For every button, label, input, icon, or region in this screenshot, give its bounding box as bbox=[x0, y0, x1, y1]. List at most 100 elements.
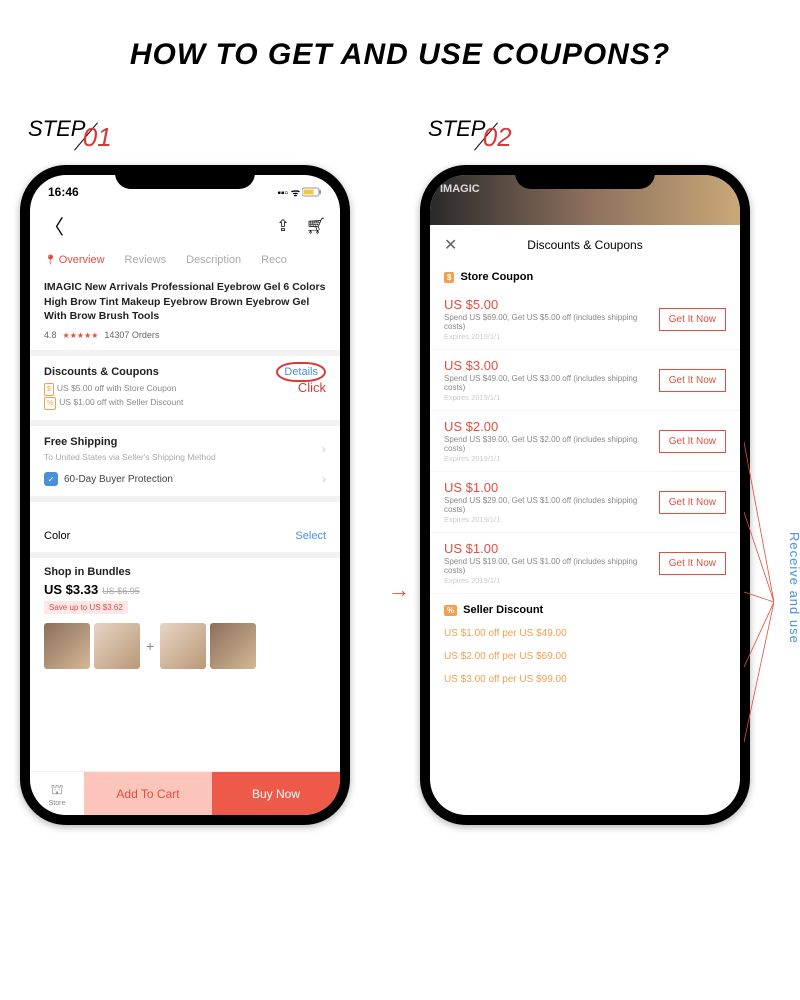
step-number: 01 bbox=[83, 122, 112, 152]
step-1-label: STEP 01 bbox=[28, 112, 120, 143]
get-it-now-button[interactable]: Get It Now bbox=[659, 369, 726, 392]
phone-frame-2: IMAGIC ✕ Discounts & Coupons $ Store Cou… bbox=[420, 165, 750, 825]
details-button[interactable]: Details bbox=[276, 362, 326, 382]
buyer-protection[interactable]: ✓ 60-Day Buyer Protection › bbox=[44, 472, 326, 486]
page-title: HOW TO GET AND USE COUPONS? bbox=[0, 0, 800, 72]
coupon-expiry: Expires 2019/1/1 bbox=[444, 515, 659, 524]
top-bar: 〈 ⇪ 🛒︎ bbox=[30, 203, 340, 248]
coupon-desc: Spend US $29.00, Get US $1.00 off (inclu… bbox=[444, 496, 659, 514]
step-2-column: STEP 02 IMAGIC ✕ Discounts & Coupons $ S… bbox=[420, 112, 780, 825]
free-shipping-sub: To United States via Seller's Shipping M… bbox=[44, 452, 216, 462]
discount-lines: $US $5.00 off with Store Coupon %US $1.0… bbox=[44, 382, 183, 410]
bundle-title: Shop in Bundles bbox=[44, 566, 326, 578]
step-number: 02 bbox=[483, 122, 512, 152]
get-it-now-button[interactable]: Get It Now bbox=[659, 308, 726, 331]
modal-header: ✕ Discounts & Coupons bbox=[430, 225, 740, 265]
seller-discount-line: US $3.00 off per US $99.00 bbox=[430, 668, 740, 691]
status-icons: ▪▪▫ ᯤ bbox=[277, 185, 322, 199]
battery-icon bbox=[302, 187, 322, 197]
annotation-lines bbox=[744, 412, 774, 792]
divider bbox=[30, 350, 340, 356]
phone-screen-2: IMAGIC ✕ Discounts & Coupons $ Store Cou… bbox=[430, 175, 740, 815]
step-1-column: STEP 01 16:46 ▪▪▫ ᯤ 〈 ⇪ 🛒︎ bbox=[20, 112, 380, 825]
phone-notch bbox=[115, 165, 255, 189]
bundle-section: Shop in Bundles US $3.33US $6.95 Save up… bbox=[30, 558, 340, 677]
color-label: Color bbox=[44, 530, 70, 542]
back-button[interactable]: 〈 bbox=[44, 211, 64, 240]
chevron-right-icon: › bbox=[322, 472, 326, 486]
coupon-expiry: Expires 2019/1/1 bbox=[444, 576, 659, 585]
color-selector[interactable]: Color Select bbox=[30, 520, 340, 552]
share-icon[interactable]: ⇪ bbox=[276, 216, 289, 236]
coupon-row: US $3.00 Spend US $49.00, Get US $3.00 o… bbox=[430, 350, 740, 411]
store-button[interactable]: ⛫ Store bbox=[30, 772, 84, 815]
divider bbox=[30, 420, 340, 426]
coupon-desc: Spend US $69.00, Get US $5.00 off (inclu… bbox=[444, 313, 659, 331]
coupon-desc: Spend US $49.00, Get US $3.00 off (inclu… bbox=[444, 374, 659, 392]
bundle-product-image[interactable] bbox=[94, 623, 140, 669]
free-shipping-title: Free Shipping bbox=[44, 436, 216, 448]
tab-recommendations[interactable]: Reco bbox=[261, 254, 287, 266]
product-title: IMAGIC New Arrivals Professional Eyebrow… bbox=[44, 280, 326, 324]
coupon-row: US $1.00 Spend US $29.00, Get US $1.00 o… bbox=[430, 472, 740, 533]
buyer-protection-label: 60-Day Buyer Protection bbox=[64, 474, 173, 485]
discount-line-2: US $1.00 off with Seller Discount bbox=[59, 397, 183, 407]
modal-title: Discounts & Coupons bbox=[527, 238, 642, 252]
get-it-now-button[interactable]: Get It Now bbox=[659, 491, 726, 514]
close-icon[interactable]: ✕ bbox=[444, 235, 457, 255]
seller-discount-line: US $1.00 off per US $49.00 bbox=[430, 622, 740, 645]
coupon-expiry: Expires 2019/1/1 bbox=[444, 393, 659, 402]
chevron-right-icon[interactable]: › bbox=[322, 442, 326, 456]
bundle-product-image[interactable] bbox=[210, 623, 256, 669]
coupon-amount: US $3.00 bbox=[444, 358, 659, 373]
coupon-desc: Spend US $19.00, Get US $1.00 off (inclu… bbox=[444, 557, 659, 575]
get-it-now-button[interactable]: Get It Now bbox=[659, 552, 726, 575]
phone-screen-1: 16:46 ▪▪▫ ᯤ 〈 ⇪ 🛒︎ 📍︎Overview Reviews bbox=[30, 175, 340, 815]
phone-frame-1: 16:46 ▪▪▫ ᯤ 〈 ⇪ 🛒︎ 📍︎Overview Reviews bbox=[20, 165, 350, 825]
click-annotation: Click bbox=[276, 380, 326, 395]
plus-icon: + bbox=[146, 638, 154, 654]
add-to-cart-button[interactable]: Add To Cart bbox=[84, 772, 212, 815]
order-count: 14307 Orders bbox=[104, 330, 159, 340]
arrow-icon: → bbox=[388, 577, 410, 603]
bundle-old-price: US $6.95 bbox=[102, 586, 140, 596]
rating-value: 4.8 bbox=[44, 330, 57, 340]
step-2-label: STEP 02 bbox=[428, 112, 520, 143]
status-time: 16:46 bbox=[48, 185, 79, 199]
color-select-link: Select bbox=[295, 530, 326, 542]
coupon-amount: US $2.00 bbox=[444, 419, 659, 434]
coupon-expiry: Expires 2019/1/1 bbox=[444, 332, 659, 341]
cart-icon[interactable]: 🛒︎ bbox=[306, 216, 326, 236]
coupon-badge-icon: $ bbox=[444, 272, 454, 283]
store-coupon-header: $ Store Coupon bbox=[430, 265, 740, 289]
bundle-product-image[interactable] bbox=[160, 623, 206, 669]
get-it-now-button[interactable]: Get It Now bbox=[659, 430, 726, 453]
shield-icon: ✓ bbox=[44, 472, 58, 486]
save-tag: Save up to US $3.62 bbox=[44, 601, 128, 614]
product-rating: 4.8 ★★★★★ 14307 Orders bbox=[44, 330, 326, 340]
step-text: STEP bbox=[28, 116, 85, 141]
store-icon: ⛫ bbox=[51, 781, 64, 800]
coupon-row: US $1.00 Spend US $19.00, Get US $1.00 o… bbox=[430, 533, 740, 594]
tab-description[interactable]: Description bbox=[186, 254, 241, 266]
tab-overview[interactable]: 📍︎Overview bbox=[44, 254, 105, 266]
divider bbox=[30, 496, 340, 502]
percent-badge-icon: % bbox=[444, 605, 457, 616]
coupon-amount: US $1.00 bbox=[444, 480, 659, 495]
coupon-badge-icon: $ bbox=[44, 383, 54, 396]
coupon-desc: Spend US $39.00, Get US $2.00 off (inclu… bbox=[444, 435, 659, 453]
coupon-amount: US $5.00 bbox=[444, 297, 659, 312]
coupon-amount: US $1.00 bbox=[444, 541, 659, 556]
bundle-images: + bbox=[44, 623, 326, 669]
phone-notch bbox=[515, 165, 655, 189]
buy-now-button[interactable]: Buy Now bbox=[212, 772, 340, 815]
bundle-product-image[interactable] bbox=[44, 623, 90, 669]
bottom-bar: ⛫ Store Add To Cart Buy Now bbox=[30, 771, 340, 815]
tab-reviews[interactable]: Reviews bbox=[125, 254, 167, 266]
coupon-row: US $2.00 Spend US $39.00, Get US $2.00 o… bbox=[430, 411, 740, 472]
percent-badge-icon: % bbox=[44, 397, 56, 410]
coupon-row: US $5.00 Spend US $69.00, Get US $5.00 o… bbox=[430, 289, 740, 350]
hero-brand: IMAGIC bbox=[440, 183, 480, 195]
receive-and-use-annotation: Receive and use bbox=[787, 532, 800, 644]
pin-icon: 📍︎ bbox=[44, 255, 57, 266]
